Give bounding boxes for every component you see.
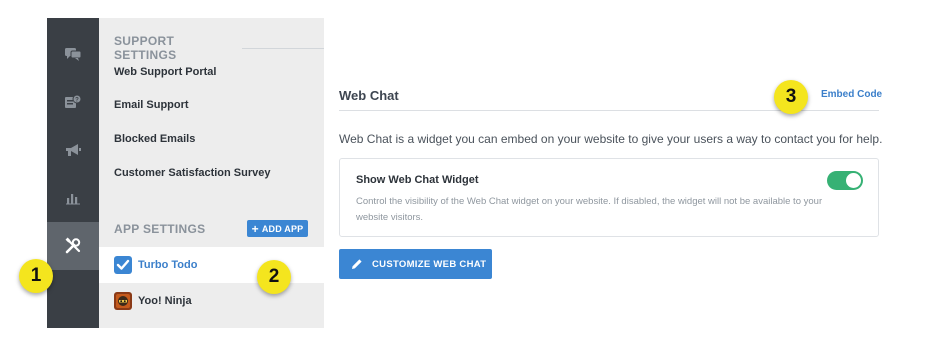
support-settings-heading-text: SUPPORT SETTINGS: [114, 34, 177, 62]
plus-icon: +: [251, 221, 259, 236]
card-description: Control the visibility of the Web Chat w…: [356, 196, 823, 223]
svg-text:?: ?: [75, 98, 79, 104]
show-widget-card: Show Web Chat Widget Control the visibil…: [339, 158, 879, 237]
app-name: Yoo! Ninja: [138, 295, 192, 307]
sidebar-item-web-support-portal[interactable]: Web Support Portal: [114, 66, 216, 78]
rail-item-reports[interactable]: [47, 174, 99, 222]
rail-item-announcements[interactable]: [47, 126, 99, 174]
customize-web-chat-button[interactable]: CUSTOMIZE WEB CHAT: [339, 249, 492, 279]
checkbox-app-icon: [114, 256, 132, 274]
app-name: Turbo Todo: [138, 259, 198, 271]
app-settings-heading-text: APP SETTINGS: [114, 222, 206, 236]
sidebar-item-customer-satisfaction-survey[interactable]: Customer Satisfaction Survey: [114, 167, 271, 179]
ninja-app-icon: [114, 292, 132, 310]
show-widget-toggle[interactable]: [827, 171, 863, 190]
icon-rail: ?: [47, 18, 99, 328]
customize-web-chat-label: CUSTOMIZE WEB CHAT: [372, 258, 487, 270]
sidebar-item-email-support[interactable]: Email Support: [114, 99, 189, 111]
add-app-button[interactable]: + ADD APP: [247, 220, 308, 237]
callout-marker-1: 1: [19, 259, 53, 293]
page-description: Web Chat is a widget you can embed on yo…: [339, 132, 883, 146]
sidebar-item-blocked-emails[interactable]: Blocked Emails: [114, 133, 195, 145]
heading-divider: [241, 47, 324, 49]
rail-item-settings[interactable]: [47, 222, 99, 270]
embed-code-link[interactable]: Embed Code: [821, 89, 882, 100]
help-ticket-icon: ?: [65, 94, 82, 108]
support-settings-heading: SUPPORT SETTINGS: [114, 34, 324, 62]
page-title: Web Chat: [339, 88, 399, 103]
rail-item-help[interactable]: ?: [47, 78, 99, 126]
chat-bubbles-icon: [65, 48, 82, 61]
callout-marker-2: 2: [257, 260, 291, 294]
app-settings-heading: APP SETTINGS: [114, 222, 205, 236]
rail-item-chat[interactable]: [47, 30, 99, 78]
callout-marker-3: 3: [774, 80, 808, 114]
add-app-label: ADD APP: [261, 223, 304, 234]
tools-icon: [65, 237, 81, 254]
bar-chart-icon: [66, 194, 80, 205]
toggle-knob: [846, 173, 861, 188]
card-title: Show Web Chat Widget: [356, 174, 479, 186]
megaphone-icon: [66, 144, 81, 156]
pencil-icon: [352, 259, 362, 269]
sidebar-app-yoo-ninja[interactable]: Yoo! Ninja: [99, 283, 324, 319]
